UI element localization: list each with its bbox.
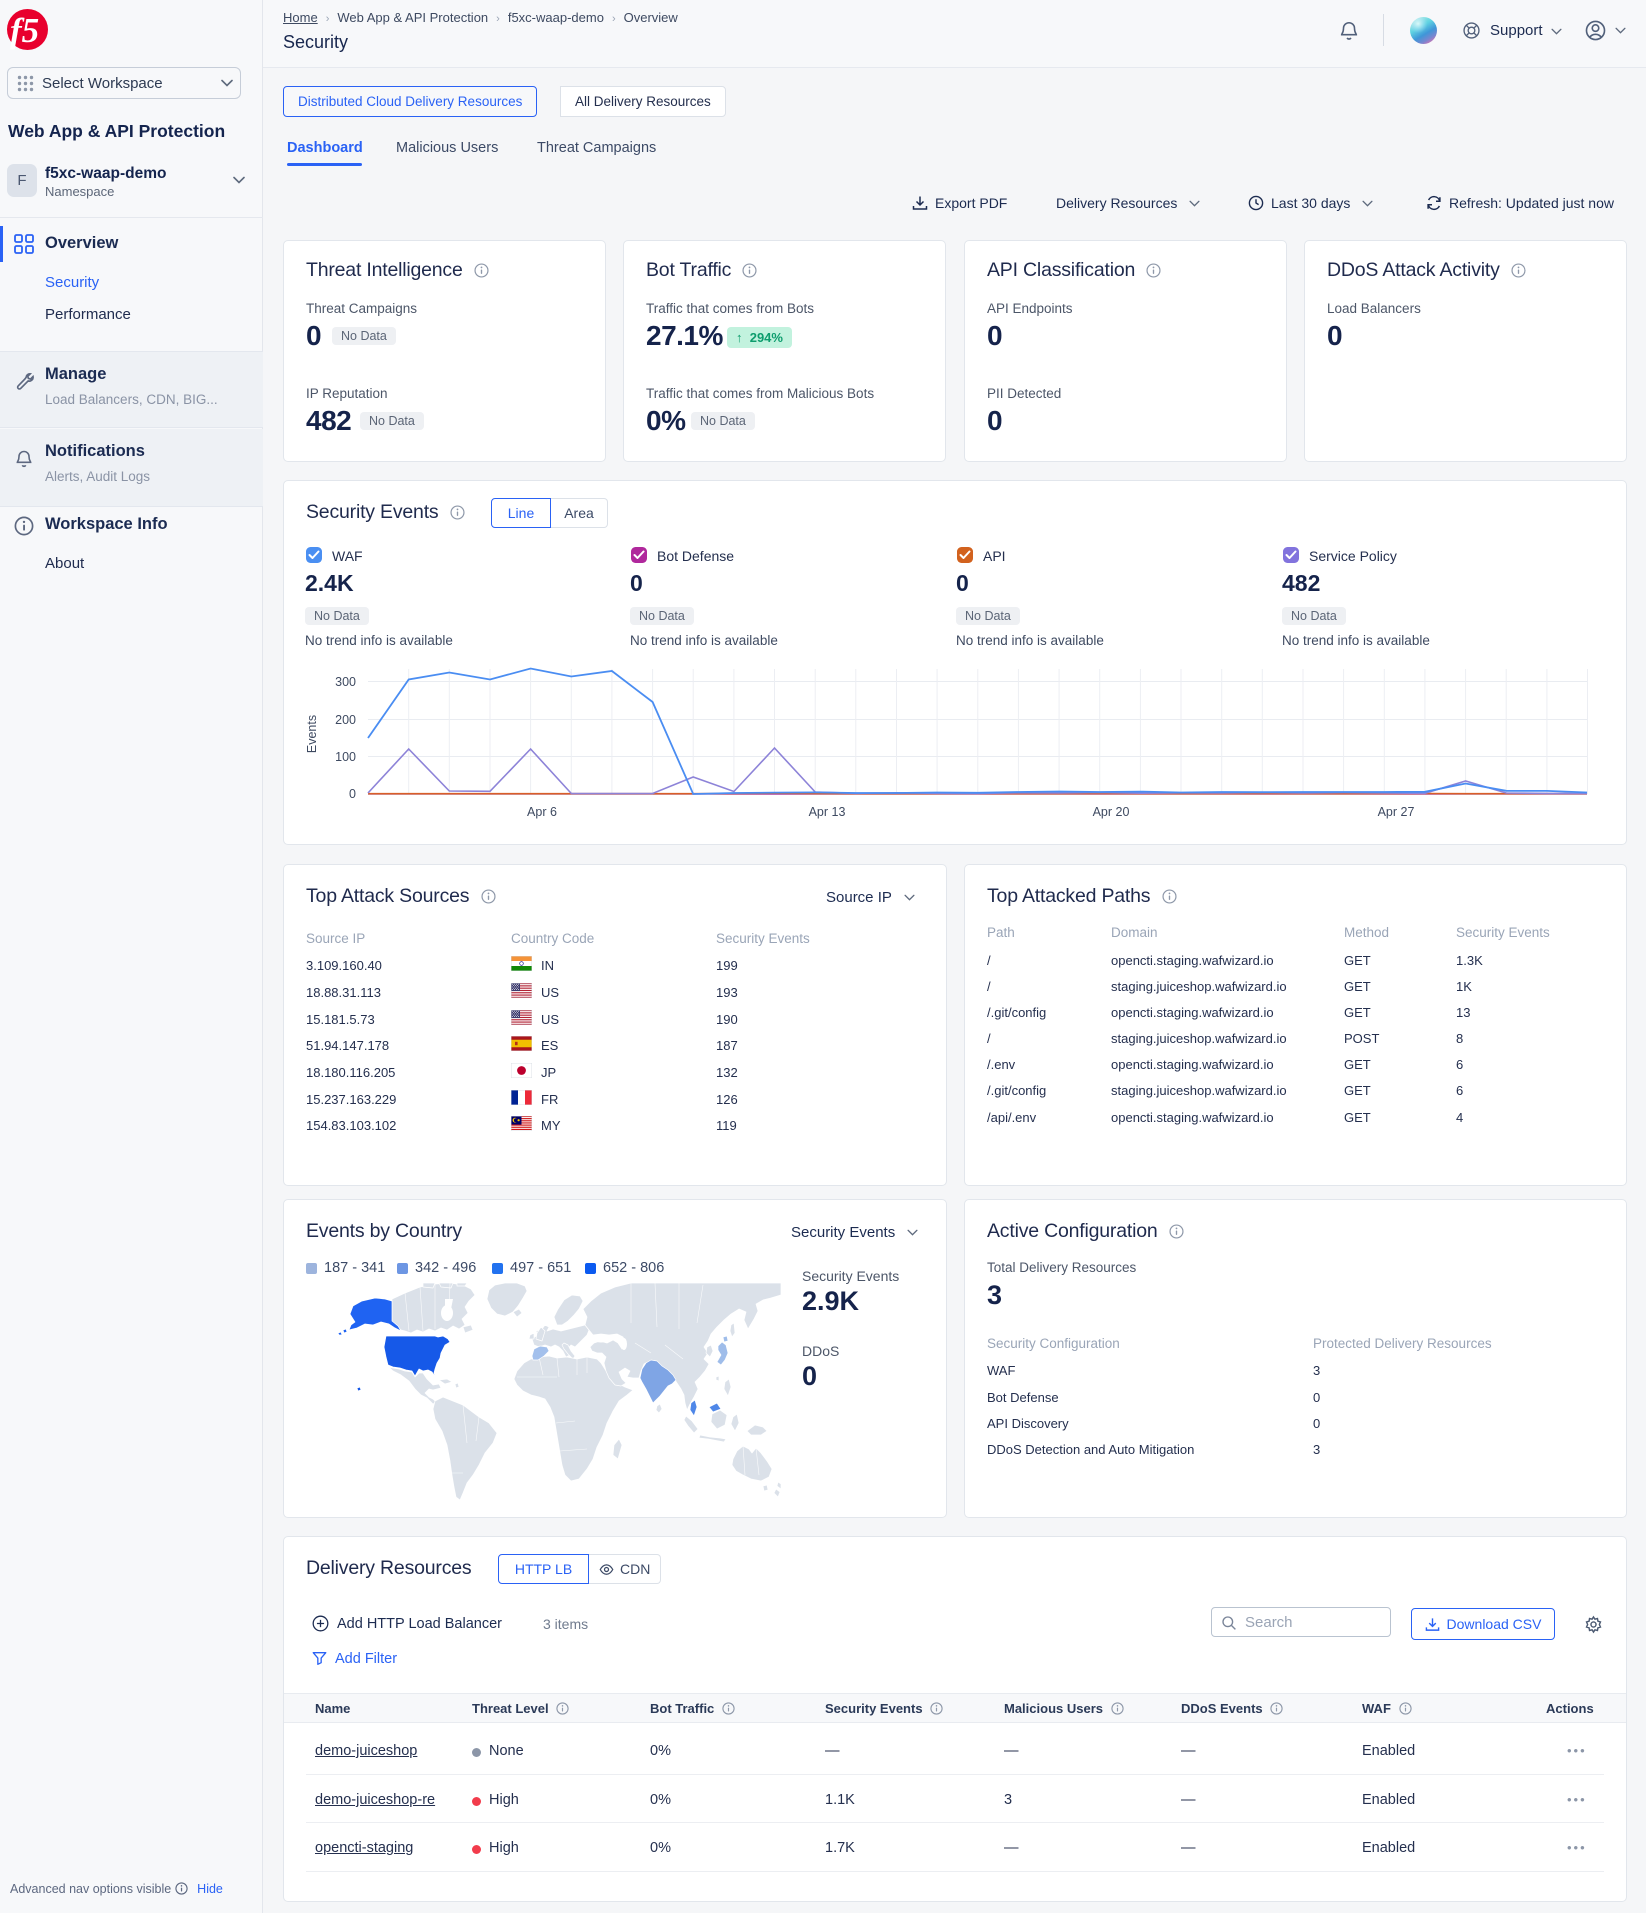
svg-text:200: 200 [335,713,356,727]
svg-text:Apr 6: Apr 6 [527,805,557,819]
svg-text:0: 0 [349,787,356,801]
svg-text:Apr 13: Apr 13 [809,805,846,819]
svg-text:Events: Events [305,715,319,753]
svg-text:300: 300 [335,675,356,689]
svg-text:Apr 27: Apr 27 [1378,805,1415,819]
svg-text:Apr 20: Apr 20 [1093,805,1130,819]
svg-text:f5: f5 [10,11,39,50]
svg-text:100: 100 [335,750,356,764]
